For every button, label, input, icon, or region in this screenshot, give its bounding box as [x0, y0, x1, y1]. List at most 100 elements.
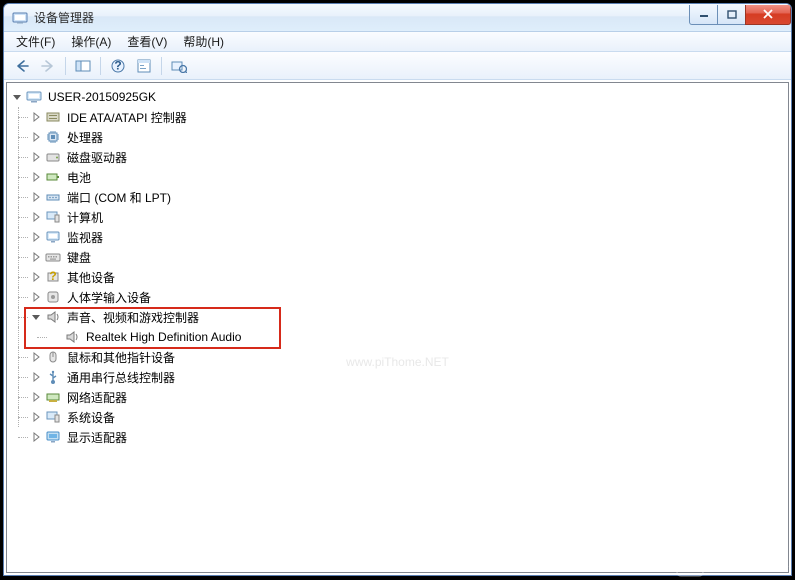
- keyboard-icon: [45, 249, 61, 265]
- network-adapter-icon: [45, 389, 61, 405]
- toolbar-separator: [100, 57, 101, 75]
- app-icon: [12, 10, 28, 26]
- cpu-icon: [45, 129, 61, 145]
- menu-file[interactable]: 文件(F): [8, 31, 63, 52]
- tree-item-label: 系统设备: [65, 408, 117, 427]
- back-button[interactable]: [10, 55, 34, 77]
- properties-button[interactable]: [132, 55, 156, 77]
- svg-text:?: ?: [114, 59, 121, 73]
- menu-action[interactable]: 操作(A): [63, 31, 119, 52]
- tree-item-label: 计算机: [65, 208, 105, 227]
- maximize-button[interactable]: [717, 5, 746, 25]
- tree-root-row[interactable]: USER-20150925GK: [11, 87, 788, 107]
- tree-item[interactable]: 键盘: [11, 247, 788, 267]
- tree-item[interactable]: 通用串行总线控制器: [11, 367, 788, 387]
- display-adapter-icon: [45, 429, 61, 445]
- tree-item[interactable]: 计算机: [11, 207, 788, 227]
- hid-icon: [45, 289, 61, 305]
- panel-icon: [75, 59, 91, 73]
- tree-item-label: 其他设备: [65, 268, 117, 287]
- system-device-icon: [45, 409, 61, 425]
- expander-open-icon[interactable]: [11, 91, 23, 103]
- tree-item-label: 鼠标和其他指针设备: [65, 348, 177, 367]
- tree-item[interactable]: IDE ATA/ATAPI 控制器: [11, 107, 788, 127]
- tree-root-label: USER-20150925GK: [46, 89, 158, 105]
- disk-drive-icon: [45, 149, 61, 165]
- close-button[interactable]: [745, 5, 791, 25]
- mouse-icon: [45, 349, 61, 365]
- expander-closed-icon[interactable]: [30, 391, 42, 403]
- tree-item[interactable]: 系统设备: [11, 407, 788, 427]
- tree-item-label: 端口 (COM 和 LPT): [65, 188, 173, 207]
- tree-item-label: 人体学输入设备: [65, 288, 153, 307]
- tree-item-label: 显示适配器: [65, 428, 129, 447]
- tree-item-label: 声音、视频和游戏控制器: [65, 308, 201, 327]
- device-tree: USER-20150925GK IDE ATA/ATAPI 控制器 处理器 磁盘…: [7, 85, 788, 449]
- expander-closed-icon[interactable]: [30, 431, 42, 443]
- device-tree-panel[interactable]: USER-20150925GK IDE ATA/ATAPI 控制器 处理器 磁盘…: [6, 82, 789, 573]
- window-buttons: [690, 5, 791, 25]
- expander-closed-icon[interactable]: [30, 111, 42, 123]
- tree-item[interactable]: 端口 (COM 和 LPT): [11, 187, 788, 207]
- tree-item[interactable]: 监视器: [11, 227, 788, 247]
- scan-icon: [171, 59, 187, 73]
- tree-item-label: 磁盘驱动器: [65, 148, 129, 167]
- tree-item-label: 键盘: [65, 248, 93, 267]
- tree-item[interactable]: 鼠标和其他指针设备: [11, 347, 788, 367]
- other-device-icon: ?: [45, 269, 61, 285]
- tree-item-label: 电池: [65, 168, 93, 187]
- usb-icon: [45, 369, 61, 385]
- menubar: 文件(F) 操作(A) 查看(V) 帮助(H): [4, 32, 791, 52]
- tree-item-label: 通用串行总线控制器: [65, 368, 177, 387]
- tree-item[interactable]: 显示适配器: [11, 427, 788, 447]
- tree-item[interactable]: 电池: [11, 167, 788, 187]
- tree-item-sound[interactable]: 声音、视频和游戏控制器: [11, 307, 788, 327]
- monitor-icon: [45, 229, 61, 245]
- ide-controller-icon: [45, 109, 61, 125]
- toolbar-separator: [65, 57, 66, 75]
- tree-item-label: IDE ATA/ATAPI 控制器: [65, 108, 189, 127]
- arrow-left-icon: [14, 59, 30, 73]
- tree-item[interactable]: 磁盘驱动器: [11, 147, 788, 167]
- expander-closed-icon[interactable]: [30, 351, 42, 363]
- menu-view[interactable]: 查看(V): [119, 31, 175, 52]
- forward-button[interactable]: [36, 55, 60, 77]
- expander-closed-icon[interactable]: [30, 171, 42, 183]
- help-icon: ?: [111, 59, 125, 73]
- expander-closed-icon[interactable]: [30, 151, 42, 163]
- tree-item[interactable]: ? 其他设备: [11, 267, 788, 287]
- computer-icon: [45, 209, 61, 225]
- menu-help[interactable]: 帮助(H): [175, 31, 232, 52]
- computer-icon: [26, 89, 42, 105]
- tree-item[interactable]: 处理器: [11, 127, 788, 147]
- tree-item[interactable]: 人体学输入设备: [11, 287, 788, 307]
- titlebar: 设备管理器: [4, 4, 791, 32]
- expander-closed-icon[interactable]: [30, 231, 42, 243]
- expander-closed-icon[interactable]: [30, 191, 42, 203]
- expander-closed-icon[interactable]: [30, 131, 42, 143]
- minimize-button[interactable]: [689, 5, 718, 25]
- port-icon: [45, 189, 61, 205]
- properties-icon: [136, 59, 152, 73]
- expander-open-icon[interactable]: [30, 311, 42, 323]
- expander-closed-icon[interactable]: [30, 271, 42, 283]
- scan-hardware-button[interactable]: [167, 55, 191, 77]
- expander-closed-icon[interactable]: [30, 371, 42, 383]
- help-button[interactable]: ?: [106, 55, 130, 77]
- speaker-icon: [45, 309, 61, 325]
- expander-closed-icon[interactable]: [30, 411, 42, 423]
- tree-item-label: 监视器: [65, 228, 105, 247]
- expander-closed-icon[interactable]: [30, 251, 42, 263]
- arrow-right-icon: [40, 59, 56, 73]
- toolbar-separator: [161, 57, 162, 75]
- expander-closed-icon[interactable]: [30, 291, 42, 303]
- tree-item-label: 处理器: [65, 128, 105, 147]
- expander-closed-icon[interactable]: [30, 211, 42, 223]
- speaker-icon: [64, 329, 80, 345]
- show-hide-tree-button[interactable]: [71, 55, 95, 77]
- tree-item-sound-child[interactable]: Realtek High Definition Audio: [11, 327, 788, 347]
- tree-item[interactable]: 网络适配器: [11, 387, 788, 407]
- device-manager-window: 设备管理器 文件(F) 操作(A) 查看(V) 帮助(H): [3, 3, 792, 576]
- svg-text:?: ?: [49, 269, 56, 283]
- toolbar: ?: [4, 52, 791, 80]
